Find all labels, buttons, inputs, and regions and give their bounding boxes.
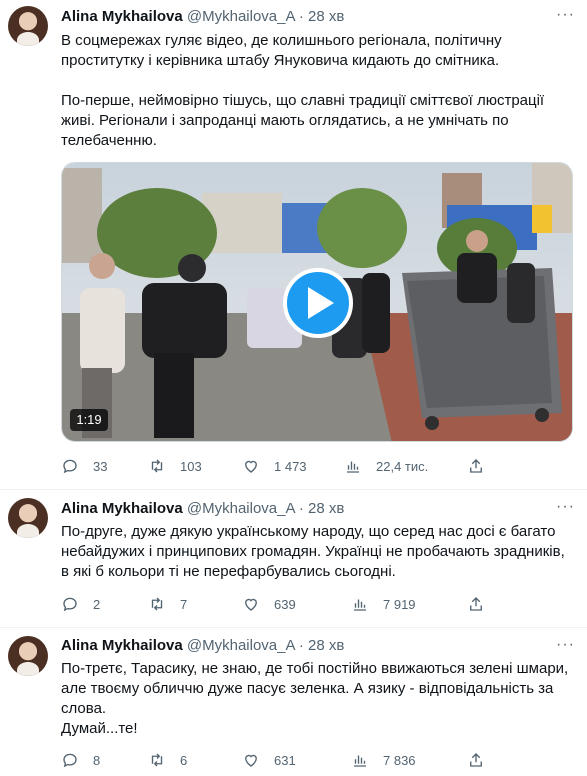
reply-button[interactable]: 33	[61, 456, 107, 476]
tweet[interactable]: Alina Mykhailova @Mykhailova_A · 28 хв ·…	[0, 490, 587, 628]
views-count: 7 836	[383, 752, 416, 768]
share-icon	[470, 753, 482, 767]
separator-dot: ·	[298, 637, 304, 654]
tweet-paragraph: Думай...те!	[61, 720, 138, 737]
reply-count: 2	[93, 596, 101, 612]
tweet-text: По-друге, дуже дякую українському народу…	[61, 522, 573, 582]
heart-icon	[245, 460, 257, 473]
more-icon[interactable]: ···	[556, 6, 575, 24]
retweet-icon	[151, 753, 163, 767]
views-button[interactable]: 7 836	[351, 750, 416, 770]
tweet-paragraph: По-третє, Тарасику, не знаю, де тобі пос…	[61, 660, 569, 717]
retweet-button[interactable]: 103	[148, 456, 202, 476]
tweet-actions: 33 103 1 473 22,4 тис.	[61, 456, 491, 476]
tweet-paragraph: По-друге, дуже дякую українському народу…	[61, 523, 565, 580]
views-icon	[347, 461, 359, 473]
tweet-paragraph: По-перше, неймовірно тішусь, що славні т…	[61, 92, 545, 149]
reply-icon	[63, 597, 77, 612]
like-button[interactable]: 1 473	[242, 456, 307, 476]
like-count: 639	[274, 596, 296, 612]
author-handle[interactable]: @Mykhailova_A	[187, 500, 295, 517]
reply-icon	[63, 753, 77, 768]
retweet-button[interactable]: 6	[148, 750, 187, 770]
reply-count: 33	[93, 458, 108, 474]
retweet-count: 6	[180, 752, 188, 768]
tweet-header: Alina Mykhailova @Mykhailova_A · 28 хв	[61, 636, 344, 656]
separator-dot: ·	[298, 8, 304, 25]
tweet-actions: 2 7 639 7 919	[61, 594, 491, 614]
play-icon[interactable]	[283, 268, 353, 338]
heart-icon	[245, 754, 257, 767]
views-button[interactable]: 7 919	[351, 594, 416, 614]
author-name[interactable]: Alina Mykhailova	[61, 8, 183, 25]
heart-icon	[245, 598, 257, 611]
retweet-count: 7	[180, 596, 188, 612]
retweet-icon	[151, 459, 163, 473]
retweet-button[interactable]: 7	[148, 594, 187, 614]
reply-button[interactable]: 8	[61, 750, 100, 770]
tweet[interactable]: Alina Mykhailova @Mykhailova_A · 28 хв ·…	[0, 628, 587, 776]
reply-count: 8	[93, 752, 101, 768]
video-duration: 1:19	[76, 412, 102, 427]
share-icon	[470, 459, 482, 473]
tweet-header: Alina Mykhailova @Mykhailova_A · 28 хв	[61, 499, 344, 519]
more-icon[interactable]: ···	[556, 498, 575, 516]
tweet-time[interactable]: 28 хв	[308, 637, 344, 654]
separator-dot: ·	[298, 500, 304, 517]
views-icon	[354, 599, 366, 611]
share-icon	[470, 597, 482, 611]
share-button[interactable]	[467, 750, 485, 770]
author-handle[interactable]: @Mykhailova_A	[187, 637, 295, 654]
reply-icon	[63, 459, 77, 474]
share-button[interactable]	[467, 594, 485, 614]
author-name[interactable]: Alina Mykhailova	[61, 500, 183, 517]
author-handle[interactable]: @Mykhailova_A	[187, 8, 295, 25]
tweet-paragraph: В соцмережах гуляє відео, де колишнього …	[61, 32, 502, 69]
like-button[interactable]: 639	[242, 594, 296, 614]
video-player[interactable]: 1:19	[61, 162, 573, 442]
author-name[interactable]: Alina Mykhailova	[61, 637, 183, 654]
tweet-text: По-третє, Тарасику, не знаю, де тобі пос…	[61, 659, 573, 739]
avatar[interactable]	[8, 6, 48, 46]
like-count: 631	[274, 752, 296, 768]
tweet-actions: 8 6 631 7 836	[61, 750, 491, 770]
more-icon[interactable]: ···	[556, 636, 575, 654]
tweet-time[interactable]: 28 хв	[308, 500, 344, 517]
avatar[interactable]	[8, 636, 48, 676]
video-thumbnail	[62, 163, 572, 441]
reply-button[interactable]: 2	[61, 594, 100, 614]
tweet-header: Alina Mykhailova @Mykhailova_A · 28 хв	[61, 7, 344, 27]
like-count: 1 473	[274, 458, 307, 474]
like-button[interactable]: 631	[242, 750, 296, 770]
tweet-time[interactable]: 28 хв	[308, 8, 344, 25]
views-icon	[354, 755, 366, 767]
tweet-text: В соцмережах гуляє відео, де колишнього …	[61, 31, 573, 151]
views-button[interactable]: 22,4 тис.	[344, 456, 428, 476]
tweet[interactable]: Alina Mykhailova @Mykhailova_A · 28 хв ·…	[0, 0, 587, 490]
retweet-icon	[151, 597, 163, 611]
views-count: 7 919	[383, 596, 416, 612]
views-count: 22,4 тис.	[376, 458, 429, 474]
share-button[interactable]	[467, 456, 485, 476]
avatar[interactable]	[8, 498, 48, 538]
retweet-count: 103	[180, 458, 202, 474]
